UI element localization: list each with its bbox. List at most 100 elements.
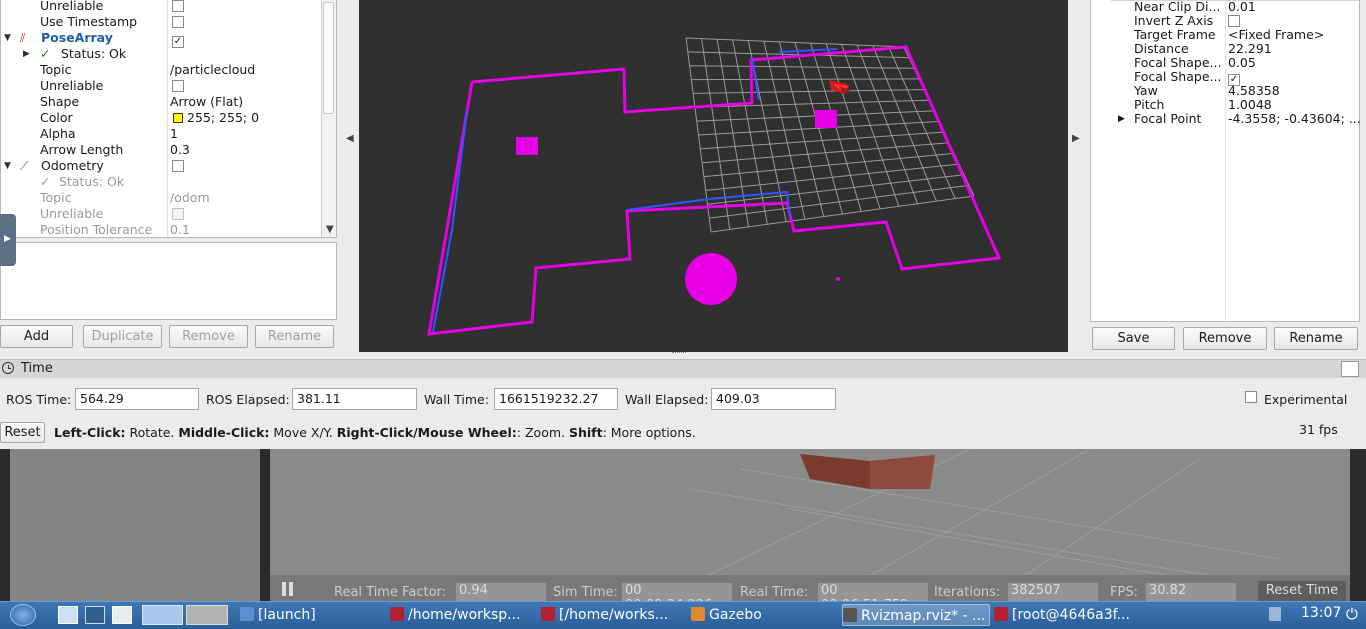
- view-property-value[interactable]: 0.01: [1228, 0, 1256, 14]
- display-property-row[interactable]: Use Timestamp: [1, 14, 323, 30]
- gazebo-scene: Real Time Factor: 0.94 Sim Time: 00 00:0…: [270, 449, 1350, 601]
- property-value[interactable]: /particlecloud: [170, 62, 255, 78]
- ros-time-field[interactable]: 564.29: [75, 388, 199, 410]
- taskbar-window-button[interactable]: Gazebo: [691, 604, 831, 626]
- taskbar-window-button[interactable]: Rvizmap.rviz* - ...: [842, 604, 990, 626]
- display-property-row[interactable]: ▼ ⟋ Odometry: [1, 158, 323, 174]
- property-value[interactable]: 1: [170, 126, 178, 142]
- property-checkbox[interactable]: [172, 0, 184, 12]
- view-property-row[interactable]: Target Frame <Fixed Frame>: [1091, 28, 1359, 42]
- property-checkbox[interactable]: [172, 160, 184, 172]
- undock-button[interactable]: [1341, 361, 1359, 377]
- duplicate-button[interactable]: Duplicate: [83, 325, 162, 348]
- collapse-arrow-icon[interactable]: ▶: [23, 46, 30, 62]
- display-property-row[interactable]: Unreliable: [1, 206, 323, 222]
- collapse-right-arrow[interactable]: ▶: [1072, 133, 1080, 144]
- expand-arrow-icon[interactable]: ▶: [1118, 112, 1125, 126]
- display-property-row[interactable]: ▼ ⫽ PoseArray ✓: [1, 30, 323, 48]
- display-property-row[interactable]: Shape Arrow (Flat): [1, 94, 323, 110]
- taskbar-window-button[interactable]: [launch]: [240, 604, 380, 626]
- view-property-checkbox[interactable]: [1228, 15, 1240, 27]
- power-icon[interactable]: ⏻: [1346, 605, 1358, 623]
- display-property-row[interactable]: Topic/odom: [1, 190, 323, 206]
- desktop-pager-2[interactable]: [186, 605, 228, 625]
- display-property-row[interactable]: Position Tolerance 0.1: [1, 222, 323, 237]
- property-value[interactable]: [170, 14, 184, 30]
- view-property-value[interactable]: -4.3558; -0.43604; ...: [1228, 112, 1361, 126]
- render-3d-view[interactable]: [359, 0, 1068, 352]
- expand-arrow-icon[interactable]: ▼: [4, 158, 11, 174]
- taskbar-window-label: [root@4646a3f...: [1012, 607, 1130, 623]
- display-property-row[interactable]: Color 255; 255; 0: [1, 110, 323, 126]
- collapse-left-arrow[interactable]: ◀: [346, 133, 354, 144]
- window-icon[interactable]: [112, 606, 132, 624]
- property-value[interactable]: Arrow (Flat): [170, 94, 243, 110]
- scroll-down-arrow[interactable]: ▼: [326, 224, 334, 235]
- displays-scrollbar-thumb[interactable]: [323, 2, 334, 114]
- property-value[interactable]: [170, 0, 184, 14]
- views-panel[interactable]: Near Clip Di... 0.01 Invert Z Axis Target F…: [1090, 0, 1361, 322]
- display-property-row[interactable]: Unreliable: [1, 0, 323, 14]
- wall-elapsed-field[interactable]: 409.03: [711, 388, 836, 410]
- property-name: Alpha: [40, 126, 76, 141]
- view-resize-handle[interactable]: [672, 352, 686, 356]
- network-icon[interactable]: [85, 606, 105, 624]
- display-property-row[interactable]: Arrow Length 0.3: [1, 142, 323, 158]
- property-value[interactable]: /odom: [170, 190, 210, 206]
- terminal-icon: [994, 607, 1008, 621]
- displays-tree[interactable]: Unreliable Use Timestamp ▼ ⫽ PoseArray ✓ ▶ ✓ Sta…: [0, 0, 337, 238]
- view-property-value[interactable]: 4.58358: [1228, 84, 1280, 98]
- view-property-row[interactable]: Invert Z Axis: [1091, 14, 1359, 28]
- rename-view-button[interactable]: Rename: [1274, 327, 1358, 350]
- taskbar-window-button[interactable]: [/home/works...: [541, 604, 681, 626]
- panel-dock-handle[interactable]: ▶: [0, 214, 16, 266]
- taskbar: [launch] /home/worksp... [/home/works... Ga…: [0, 601, 1366, 629]
- property-value[interactable]: 255; 255; 0: [170, 110, 259, 126]
- property-value[interactable]: [170, 206, 184, 222]
- reset-time-button[interactable]: Reset Time: [1258, 581, 1346, 601]
- terminal-icon: [390, 607, 404, 621]
- rename-display-button[interactable]: Rename: [255, 325, 334, 348]
- property-value[interactable]: ✓: [170, 30, 184, 48]
- desktop-pager-1[interactable]: [142, 605, 183, 625]
- reset-button[interactable]: Reset: [0, 422, 45, 443]
- save-view-button[interactable]: Save: [1092, 327, 1175, 350]
- display-property-row[interactable]: ✓ Status: Ok: [1, 174, 323, 190]
- view-property-row[interactable]: Focal Shape... ✓: [1091, 70, 1359, 86]
- start-menu-icon[interactable]: [10, 604, 36, 626]
- experimental-checkbox[interactable]: [1245, 391, 1257, 403]
- file-manager-icon[interactable]: [58, 606, 78, 624]
- remove-view-button[interactable]: Remove: [1183, 327, 1267, 350]
- property-value[interactable]: 0.1: [170, 222, 190, 237]
- view-property-value[interactable]: 22.291: [1228, 42, 1272, 56]
- property-value[interactable]: 0.3: [170, 142, 190, 158]
- wall-time-field[interactable]: 1661519232.27: [494, 388, 618, 410]
- volume-icon[interactable]: [1269, 607, 1281, 621]
- view-property-row[interactable]: Focal Shape... 0.05: [1091, 56, 1359, 70]
- display-property-row[interactable]: Alpha 1: [1, 126, 323, 142]
- taskbar-window-button[interactable]: [root@4646a3f...: [994, 604, 1144, 626]
- property-value[interactable]: [170, 78, 184, 94]
- view-property-row[interactable]: Pitch 1.0048: [1091, 98, 1359, 112]
- add-button[interactable]: Add: [0, 325, 73, 348]
- property-checkbox[interactable]: [172, 208, 184, 220]
- display-property-row[interactable]: Topic/particlecloud: [1, 62, 323, 78]
- remove-display-button[interactable]: Remove: [169, 325, 248, 348]
- view-property-value[interactable]: <Fixed Frame>: [1228, 28, 1324, 42]
- view-property-row[interactable]: ▶ Focal Point -4.3558; -0.43604; ...: [1091, 112, 1361, 126]
- property-checkbox[interactable]: [172, 80, 184, 92]
- view-property-row[interactable]: Distance 22.291: [1091, 42, 1359, 56]
- pause-icon[interactable]: [282, 582, 286, 596]
- property-checkbox[interactable]: [172, 16, 184, 28]
- view-property-value[interactable]: 0.05: [1228, 56, 1256, 70]
- expand-arrow-icon[interactable]: ▼: [4, 30, 11, 46]
- taskbar-window-button[interactable]: /home/worksp...: [390, 604, 530, 626]
- view-property-row[interactable]: Near Clip Di... 0.01: [1091, 0, 1359, 14]
- display-property-row[interactable]: ▶ ✓ Status: Ok: [1, 46, 323, 62]
- display-property-row[interactable]: Unreliable: [1, 78, 323, 94]
- property-value[interactable]: [170, 158, 184, 174]
- view-property-value[interactable]: 1.0048: [1228, 98, 1272, 112]
- property-value-text: /odom: [170, 190, 210, 205]
- view-property-row[interactable]: Yaw 4.58358: [1091, 84, 1359, 98]
- ros-elapsed-field[interactable]: 381.11: [292, 388, 417, 410]
